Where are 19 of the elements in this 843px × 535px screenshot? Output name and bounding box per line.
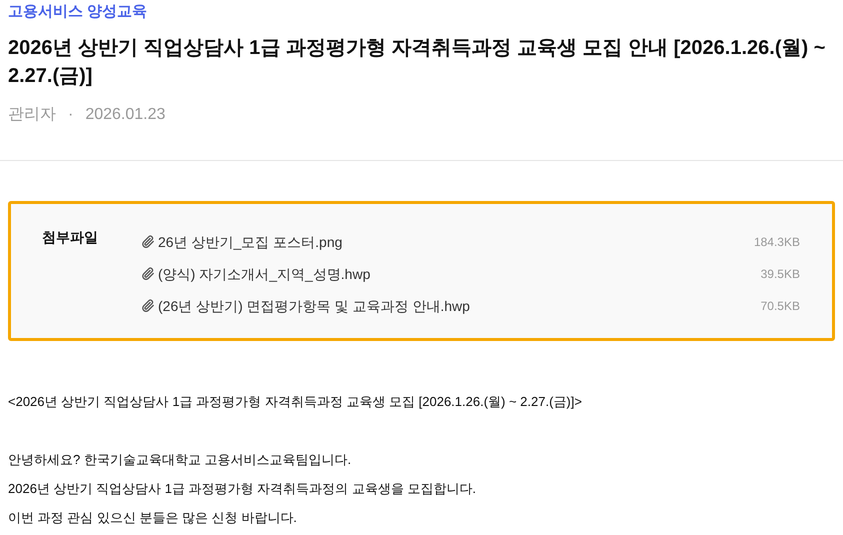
meta-separator: · [68, 105, 74, 125]
file-size: 39.5KB [760, 266, 800, 283]
post-date: 2026.01.23 [85, 105, 166, 125]
attachment-link[interactable]: (26년 상반기) 면접평가항목 및 교육과정 안내.hwp [141, 296, 470, 316]
attachments-label: 첨부파일 [42, 228, 99, 247]
attachment-link[interactable]: 26년 상반기_모집 포스터.png [141, 232, 342, 252]
paperclip-icon [141, 267, 155, 281]
file-size: 70.5KB [760, 298, 800, 315]
category-label: 고용서비스 양성교육 [8, 2, 148, 22]
paperclip-icon [141, 235, 155, 249]
paperclip-icon [141, 299, 155, 313]
attachment-link[interactable]: (양식) 자기소개서_지역_성명.hwp [141, 264, 370, 284]
body-text-line: 안녕하세요? 한국기술교육대학교 고용서비스교육팀입니다. [8, 451, 352, 469]
body-text-line: <2026년 상반기 직업상담사 1급 과정평가형 자격취득과정 교육생 모집 [2026.1.26.(월) ~ 2.27.(금)]> [8, 393, 583, 411]
body-text-line: 이번 과정 관심 있으신 분들은 많은 신청 바랍니다. [8, 509, 298, 527]
author-name: 관리자 [8, 105, 56, 125]
post-title: 2026년 상반기 직업상담사 1급 과정평가형 자격취득과정 교육생 모집 안내 [2026.1.26.(월) ~ 2.27.(금)] [8, 36, 826, 89]
body-text-line: 2026년 상반기 직업상담사 1급 과정평가형 자격취득과정의 교육생을 모집합니다. [8, 480, 478, 498]
file-size: 184.3KB [754, 234, 800, 251]
